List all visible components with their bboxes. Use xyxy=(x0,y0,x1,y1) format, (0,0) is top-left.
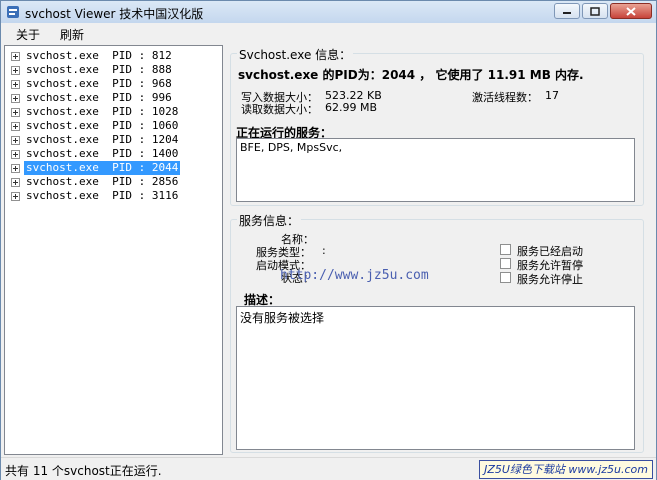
expand-icon[interactable] xyxy=(11,149,20,159)
menu-refresh[interactable]: 刷新 xyxy=(60,26,84,43)
minimize-button[interactable] xyxy=(554,3,580,19)
tree-item[interactable]: svchost.exe PID : 1028 xyxy=(11,105,180,119)
close-button[interactable] xyxy=(610,3,652,19)
minimize-icon xyxy=(563,12,571,14)
tree-item[interactable]: svchost.exe PID : 3116 xyxy=(11,189,180,203)
tree-item[interactable]: svchost.exe PID : 1204 xyxy=(11,133,180,147)
title-bar[interactable]: svchost Viewer 技术中国汉化版 xyxy=(1,1,656,24)
tree-item[interactable]: svchost.exe PID : 1060 xyxy=(11,119,180,133)
window-title: svchost Viewer 技术中国汉化版 xyxy=(25,7,204,21)
tree-item[interactable]: svchost.exe PID : 888 xyxy=(11,63,174,77)
status-text: 共有 11 个svchost正在运行. xyxy=(5,464,162,478)
read-value: 62.99 MB xyxy=(325,101,378,114)
tree-item-label: svchost.exe PID : 1060 xyxy=(26,119,179,132)
tree-item[interactable]: svchost.exe PID : 812 xyxy=(11,49,174,63)
description-text: 没有服务被选择 xyxy=(240,311,325,325)
watermark-url: http://www.jz5u.com xyxy=(280,268,429,283)
read-label: 读取数据大小： xyxy=(241,103,318,116)
watermark-badge: JZ5U绿色下载站 www.jz5u.com xyxy=(479,460,653,479)
group-title: Svchost.exe 信息： xyxy=(237,46,354,63)
pid-summary: svchost.exe 的PID为：2044 ， 它使用了 11.91 MB 内… xyxy=(238,68,584,82)
running-services-text: BFE, DPS, MpsSvc, xyxy=(240,141,343,154)
service-info-group: 服务信息： 名称： 服务类型： : 启动模式： 状态： 服务已经启动 服务允许暂… xyxy=(230,212,644,453)
tree-item-label: svchost.exe PID : 968 xyxy=(26,77,172,90)
svchost-info-group: Svchost.exe 信息： svchost.exe 的PID为：2044 ，… xyxy=(230,46,644,206)
pause-checkbox[interactable] xyxy=(500,258,511,269)
tree-item-label: svchost.exe PID : 1400 xyxy=(26,147,179,160)
tree-item-label: svchost.exe PID : 812 xyxy=(26,49,172,62)
group-title: 服务信息： xyxy=(237,212,302,229)
running-services-list[interactable]: BFE, DPS, MpsSvc, xyxy=(236,138,635,202)
menu-bar: 关于 刷新 xyxy=(1,23,656,43)
expand-icon[interactable] xyxy=(11,65,20,75)
app-window: svchost Viewer 技术中国汉化版 关于 刷新 svchost.exe… xyxy=(0,0,657,480)
close-icon xyxy=(626,6,636,16)
expand-icon[interactable] xyxy=(11,79,20,89)
tree-item[interactable]: svchost.exe PID : 2856 xyxy=(11,175,180,189)
menu-about[interactable]: 关于 xyxy=(16,26,40,43)
tree-item[interactable]: svchost.exe PID : 996 xyxy=(11,91,174,105)
tree-item[interactable]: svchost.exe PID : 1400 xyxy=(11,147,180,161)
tree-item-selected[interactable]: svchost.exe PID : 2044 xyxy=(11,161,181,175)
started-checkbox[interactable] xyxy=(500,244,511,255)
tree-item-label: svchost.exe PID : 1204 xyxy=(26,133,179,146)
tree-item-label: svchost.exe PID : 888 xyxy=(26,63,172,76)
threads-label: 激活线程数： xyxy=(472,91,538,104)
stop-label: 服务允许停止 xyxy=(517,273,583,286)
process-tree[interactable]: svchost.exe PID : 812 svchost.exe PID : … xyxy=(4,45,223,455)
expand-icon[interactable] xyxy=(11,51,20,61)
stop-checkbox[interactable] xyxy=(500,272,511,283)
tree-item-label: svchost.exe PID : 996 xyxy=(26,91,172,104)
tree-item-label: svchost.exe PID : 1028 xyxy=(26,105,179,118)
expand-icon[interactable] xyxy=(11,191,20,201)
maximize-icon xyxy=(590,6,600,16)
expand-icon[interactable] xyxy=(11,121,20,131)
expand-icon[interactable] xyxy=(11,135,20,145)
tree-item-label: svchost.exe PID : 3116 xyxy=(26,189,179,202)
expand-icon[interactable] xyxy=(11,107,20,117)
service-type-value: : xyxy=(322,244,326,257)
tree-item[interactable]: svchost.exe PID : 968 xyxy=(11,77,174,91)
tree-item-label: svchost.exe PID : 2044 xyxy=(24,161,181,175)
tree-item-label: svchost.exe PID : 2856 xyxy=(26,175,179,188)
expand-icon[interactable] xyxy=(11,163,20,173)
expand-icon[interactable] xyxy=(11,93,20,103)
description-box[interactable]: 没有服务被选择 xyxy=(236,306,635,450)
maximize-button[interactable] xyxy=(582,3,608,19)
app-icon xyxy=(7,6,19,18)
status-bar: 共有 11 个svchost正在运行. JZ5U绿色下载站 www.jz5u.c… xyxy=(1,457,656,480)
window-controls xyxy=(554,3,652,19)
expand-icon[interactable] xyxy=(11,177,20,187)
threads-value: 17 xyxy=(545,89,559,102)
